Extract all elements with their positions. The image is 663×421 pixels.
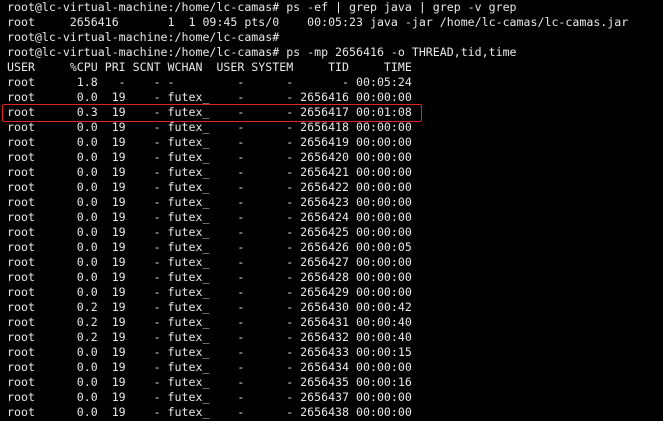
thread-table-row: root 0.0 19 - futex_ - - 2656438 00:00:0… <box>7 405 412 419</box>
thread-table-row: root 0.0 19 - futex_ - - 2656422 00:00:0… <box>7 180 412 194</box>
thread-table-row: root 0.2 19 - futex_ - - 2656432 00:00:4… <box>7 330 412 344</box>
thread-table-row: root 0.0 19 - futex_ - - 2656429 00:00:0… <box>7 285 412 299</box>
highlight-box <box>2 104 422 122</box>
terminal-window[interactable]: root@lc-virtual-machine:/home/lc-camas# … <box>0 0 663 421</box>
thread-table-row: root 0.0 19 - futex_ - - 2656428 00:00:0… <box>7 270 412 284</box>
thread-table-row: root 0.0 19 - futex_ - - 2656421 00:00:0… <box>7 165 412 179</box>
thread-table-row: root 0.0 19 - futex_ - - 2656416 00:00:0… <box>7 90 412 104</box>
thread-table-row: root 0.0 19 - futex_ - - 2656434 00:00:0… <box>7 360 412 374</box>
thread-table-row: root 0.0 19 - futex_ - - 2656420 00:00:0… <box>7 150 412 164</box>
thread-table-header: USER %CPU PRI SCNT WCHAN USER SYSTEM TID… <box>7 60 412 74</box>
prompt-line-ps-threads: root@lc-virtual-machine:/home/lc-camas# … <box>7 45 517 59</box>
thread-table-row: root 0.0 19 - futex_ - - 2656424 00:00:0… <box>7 210 412 224</box>
process-line-java: root 2656416 1 1 09:45 pts/0 00:05:23 ja… <box>7 15 629 29</box>
thread-table-row: root 0.0 19 - futex_ - - 2656433 00:00:1… <box>7 345 412 359</box>
thread-table-row: root 0.2 19 - futex_ - - 2656431 00:00:4… <box>7 315 412 329</box>
thread-table-row: root 1.8 - - - - - - 00:05:24 <box>7 75 412 89</box>
thread-table-row: root 0.0 19 - futex_ - - 2656423 00:00:0… <box>7 195 412 209</box>
thread-table-row: root 0.0 19 - futex_ - - 2656418 00:00:0… <box>7 120 412 134</box>
thread-table-row: root 0.0 19 - futex_ - - 2656437 00:00:0… <box>7 390 412 404</box>
thread-table-row: root 0.2 19 - futex_ - - 2656430 00:00:4… <box>7 300 412 314</box>
thread-table-row: root 0.0 19 - futex_ - - 2656426 00:00:0… <box>7 240 412 254</box>
prompt-line-empty: root@lc-virtual-machine:/home/lc-camas# <box>7 30 280 44</box>
thread-table-row: root 0.0 19 - futex_ - - 2656435 00:00:1… <box>7 375 412 389</box>
prompt-line-grep-java: root@lc-virtual-machine:/home/lc-camas# … <box>7 0 517 14</box>
thread-table-row: root 0.0 19 - futex_ - - 2656427 00:00:0… <box>7 255 412 269</box>
thread-table-row: root 0.0 19 - futex_ - - 2656425 00:00:0… <box>7 225 412 239</box>
thread-table-row: root 0.0 19 - futex_ - - 2656419 00:00:0… <box>7 135 412 149</box>
